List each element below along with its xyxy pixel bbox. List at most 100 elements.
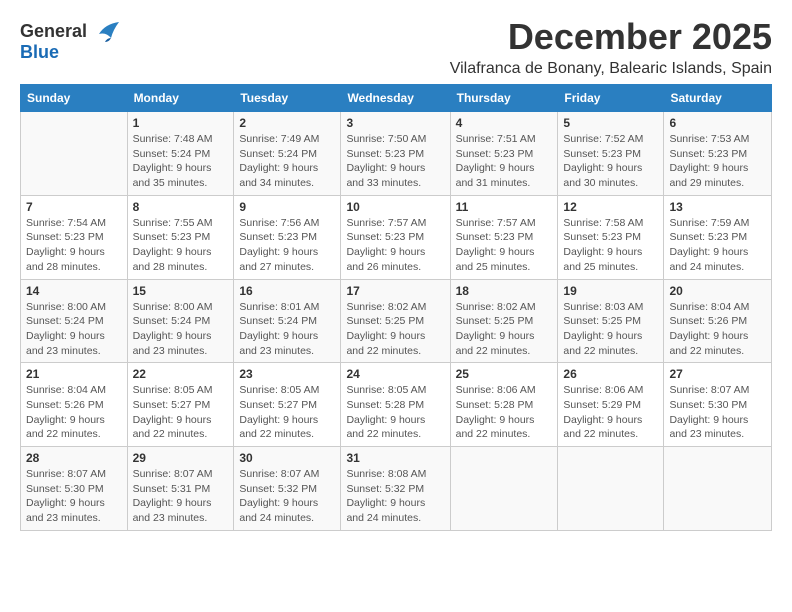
day-number: 26 bbox=[563, 367, 658, 381]
logo-general-text: General bbox=[20, 21, 87, 42]
day-number: 15 bbox=[133, 284, 229, 298]
cell-info: Sunrise: 8:08 AM Sunset: 5:32 PM Dayligh… bbox=[346, 467, 444, 526]
day-number: 31 bbox=[346, 451, 444, 465]
day-number: 9 bbox=[239, 200, 335, 214]
calendar-cell: 13 Sunrise: 7:59 AM Sunset: 5:23 PM Dayli… bbox=[664, 195, 772, 279]
cell-info: Sunrise: 8:00 AM Sunset: 5:24 PM Dayligh… bbox=[26, 300, 122, 359]
calendar-cell: 3Sunrise: 7:50 AM Sunset: 5:23 PM Daylig… bbox=[341, 112, 450, 196]
day-number: 12 bbox=[563, 200, 658, 214]
column-header-thursday: Thursday bbox=[450, 85, 558, 112]
calendar-cell: 29 Sunrise: 8:07 AM Sunset: 5:31 PM Dayli… bbox=[127, 447, 234, 531]
calendar-cell: 23 Sunrise: 8:05 AM Sunset: 5:27 PM Dayli… bbox=[234, 363, 341, 447]
cell-info: Sunrise: 8:06 AM Sunset: 5:28 PM Dayligh… bbox=[456, 383, 553, 442]
column-header-sunday: Sunday bbox=[21, 85, 128, 112]
calendar-cell: 25Sunrise: 8:06 AM Sunset: 5:28 PM Dayli… bbox=[450, 363, 558, 447]
calendar-cell: 7Sunrise: 7:54 AM Sunset: 5:23 PM Daylig… bbox=[21, 195, 128, 279]
cell-info: Sunrise: 8:02 AM Sunset: 5:25 PM Dayligh… bbox=[346, 300, 444, 359]
day-number: 27 bbox=[669, 367, 766, 381]
week-row-2: 7Sunrise: 7:54 AM Sunset: 5:23 PM Daylig… bbox=[21, 195, 772, 279]
cell-info: Sunrise: 7:59 AM Sunset: 5:23 PM Dayligh… bbox=[669, 216, 766, 275]
day-number: 14 bbox=[26, 284, 122, 298]
calendar-cell: 2 Sunrise: 7:49 AM Sunset: 5:24 PM Daylig… bbox=[234, 112, 341, 196]
column-header-wednesday: Wednesday bbox=[341, 85, 450, 112]
calendar-cell: 14 Sunrise: 8:00 AM Sunset: 5:24 PM Dayli… bbox=[21, 279, 128, 363]
day-number: 5 bbox=[563, 116, 658, 130]
cell-info: Sunrise: 8:07 AM Sunset: 5:30 PM Dayligh… bbox=[26, 467, 122, 526]
day-number: 1 bbox=[133, 116, 229, 130]
cell-info: Sunrise: 8:04 AM Sunset: 5:26 PM Dayligh… bbox=[26, 383, 122, 442]
calendar-cell: 11 Sunrise: 7:57 AM Sunset: 5:23 PM Dayli… bbox=[450, 195, 558, 279]
calendar-cell: 27 Sunrise: 8:07 AM Sunset: 5:30 PM Dayli… bbox=[664, 363, 772, 447]
day-number: 28 bbox=[26, 451, 122, 465]
cell-info: Sunrise: 7:50 AM Sunset: 5:23 PM Dayligh… bbox=[346, 132, 444, 191]
calendar-cell: 5 Sunrise: 7:52 AM Sunset: 5:23 PM Daylig… bbox=[558, 112, 664, 196]
column-header-tuesday: Tuesday bbox=[234, 85, 341, 112]
day-number: 16 bbox=[239, 284, 335, 298]
day-number: 13 bbox=[669, 200, 766, 214]
day-number: 4 bbox=[456, 116, 553, 130]
cell-info: Sunrise: 8:05 AM Sunset: 5:27 PM Dayligh… bbox=[239, 383, 335, 442]
cell-info: Sunrise: 7:54 AM Sunset: 5:23 PM Dayligh… bbox=[26, 216, 122, 275]
calendar-cell: 26 Sunrise: 8:06 AM Sunset: 5:29 PM Dayli… bbox=[558, 363, 664, 447]
calendar-cell: 4Sunrise: 7:51 AM Sunset: 5:23 PM Daylig… bbox=[450, 112, 558, 196]
column-header-saturday: Saturday bbox=[664, 85, 772, 112]
cell-info: Sunrise: 7:57 AM Sunset: 5:23 PM Dayligh… bbox=[456, 216, 553, 275]
cell-info: Sunrise: 8:02 AM Sunset: 5:25 PM Dayligh… bbox=[456, 300, 553, 359]
cell-info: Sunrise: 7:52 AM Sunset: 5:23 PM Dayligh… bbox=[563, 132, 658, 191]
day-number: 10 bbox=[346, 200, 444, 214]
day-number: 11 bbox=[456, 200, 553, 214]
subtitle: Vilafranca de Bonany, Balearic Islands, … bbox=[450, 60, 772, 78]
logo-bird-icon bbox=[91, 20, 121, 42]
calendar-cell: 21Sunrise: 8:04 AM Sunset: 5:26 PM Dayli… bbox=[21, 363, 128, 447]
cell-info: Sunrise: 7:55 AM Sunset: 5:23 PM Dayligh… bbox=[133, 216, 229, 275]
day-number: 6 bbox=[669, 116, 766, 130]
calendar-cell: 9 Sunrise: 7:56 AM Sunset: 5:23 PM Daylig… bbox=[234, 195, 341, 279]
header: General Blue December 2025 Vilafranca de… bbox=[20, 16, 772, 78]
calendar-cell bbox=[558, 447, 664, 531]
cell-info: Sunrise: 7:53 AM Sunset: 5:23 PM Dayligh… bbox=[669, 132, 766, 191]
cell-info: Sunrise: 8:06 AM Sunset: 5:29 PM Dayligh… bbox=[563, 383, 658, 442]
column-header-friday: Friday bbox=[558, 85, 664, 112]
day-number: 23 bbox=[239, 367, 335, 381]
calendar-cell: 19Sunrise: 8:03 AM Sunset: 5:25 PM Dayli… bbox=[558, 279, 664, 363]
calendar-cell bbox=[21, 112, 128, 196]
cell-info: Sunrise: 8:07 AM Sunset: 5:30 PM Dayligh… bbox=[669, 383, 766, 442]
calendar-cell: 31 Sunrise: 8:08 AM Sunset: 5:32 PM Dayli… bbox=[341, 447, 450, 531]
cell-info: Sunrise: 7:56 AM Sunset: 5:23 PM Dayligh… bbox=[239, 216, 335, 275]
month-title: December 2025 bbox=[450, 16, 772, 58]
calendar-cell: 22 Sunrise: 8:05 AM Sunset: 5:27 PM Dayli… bbox=[127, 363, 234, 447]
cell-info: Sunrise: 8:07 AM Sunset: 5:31 PM Dayligh… bbox=[133, 467, 229, 526]
cell-info: Sunrise: 8:05 AM Sunset: 5:27 PM Dayligh… bbox=[133, 383, 229, 442]
column-headers: SundayMondayTuesdayWednesdayThursdayFrid… bbox=[21, 85, 772, 112]
calendar-table: SundayMondayTuesdayWednesdayThursdayFrid… bbox=[20, 84, 772, 531]
cell-info: Sunrise: 8:05 AM Sunset: 5:28 PM Dayligh… bbox=[346, 383, 444, 442]
calendar-cell: 12 Sunrise: 7:58 AM Sunset: 5:23 PM Dayli… bbox=[558, 195, 664, 279]
cell-info: Sunrise: 7:49 AM Sunset: 5:24 PM Dayligh… bbox=[239, 132, 335, 191]
calendar-cell: 18Sunrise: 8:02 AM Sunset: 5:25 PM Dayli… bbox=[450, 279, 558, 363]
calendar-cell: 8 Sunrise: 7:55 AM Sunset: 5:23 PM Daylig… bbox=[127, 195, 234, 279]
day-number: 19 bbox=[563, 284, 658, 298]
week-row-1: 1Sunrise: 7:48 AM Sunset: 5:24 PM Daylig… bbox=[21, 112, 772, 196]
day-number: 24 bbox=[346, 367, 444, 381]
day-number: 30 bbox=[239, 451, 335, 465]
logo: General Blue bbox=[20, 20, 121, 63]
cell-info: Sunrise: 8:00 AM Sunset: 5:24 PM Dayligh… bbox=[133, 300, 229, 359]
calendar-cell: 10Sunrise: 7:57 AM Sunset: 5:23 PM Dayli… bbox=[341, 195, 450, 279]
calendar-cell: 15 Sunrise: 8:00 AM Sunset: 5:24 PM Dayli… bbox=[127, 279, 234, 363]
day-number: 20 bbox=[669, 284, 766, 298]
calendar-cell bbox=[450, 447, 558, 531]
calendar-cell: 24 Sunrise: 8:05 AM Sunset: 5:28 PM Dayli… bbox=[341, 363, 450, 447]
day-number: 8 bbox=[133, 200, 229, 214]
calendar-cell: 17Sunrise: 8:02 AM Sunset: 5:25 PM Dayli… bbox=[341, 279, 450, 363]
cell-info: Sunrise: 8:01 AM Sunset: 5:24 PM Dayligh… bbox=[239, 300, 335, 359]
day-number: 22 bbox=[133, 367, 229, 381]
week-row-4: 21Sunrise: 8:04 AM Sunset: 5:26 PM Dayli… bbox=[21, 363, 772, 447]
column-header-monday: Monday bbox=[127, 85, 234, 112]
calendar-cell: 6 Sunrise: 7:53 AM Sunset: 5:23 PM Daylig… bbox=[664, 112, 772, 196]
day-number: 2 bbox=[239, 116, 335, 130]
calendar-cell bbox=[664, 447, 772, 531]
cell-info: Sunrise: 7:58 AM Sunset: 5:23 PM Dayligh… bbox=[563, 216, 658, 275]
calendar-cell: 16 Sunrise: 8:01 AM Sunset: 5:24 PM Dayli… bbox=[234, 279, 341, 363]
day-number: 29 bbox=[133, 451, 229, 465]
calendar-cell: 1Sunrise: 7:48 AM Sunset: 5:24 PM Daylig… bbox=[127, 112, 234, 196]
